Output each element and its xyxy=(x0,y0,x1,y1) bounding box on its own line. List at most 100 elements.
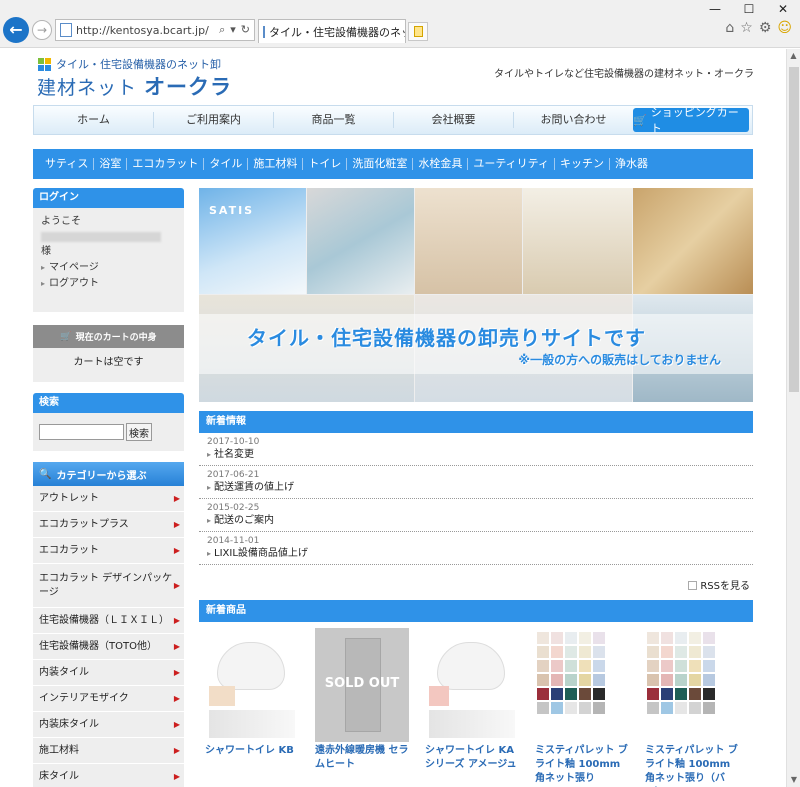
nav-guide[interactable]: ご利用案内 xyxy=(154,112,274,128)
back-button[interactable]: ← xyxy=(3,17,29,43)
search-input[interactable] xyxy=(39,424,124,440)
news-title[interactable]: 配送のご案内 xyxy=(207,514,747,528)
product-name[interactable]: シャワートイレ KA シリーズ アメージュ xyxy=(425,744,519,772)
sold-out-badge: SOLD OUT xyxy=(324,676,400,691)
search-icon[interactable]: ⌕ xyxy=(219,23,225,37)
mypage-link[interactable]: マイページ xyxy=(41,260,176,276)
category-item-label: 内装床タイル xyxy=(39,718,99,730)
new-tab-icon xyxy=(414,26,423,37)
news-heading: 新着情報 xyxy=(199,411,753,433)
shopping-cart-button[interactable]: 🛒 ショッピングカート xyxy=(633,106,749,135)
product-image[interactable] xyxy=(535,628,629,742)
address-bar[interactable]: http://kentosya.bcart.jp/ ⌕ ▾ ↻ xyxy=(55,19,255,41)
catnav-water-purifier[interactable]: 浄水器 xyxy=(609,158,653,170)
product-card[interactable]: ミスティパレット ブライト釉 100mm角ネット張り（バラ） xyxy=(645,628,739,787)
login-honorific: 様 xyxy=(41,246,51,257)
product-image[interactable]: SOLD OUT xyxy=(315,628,409,742)
news-item[interactable]: 2017-10-10 社名変更 xyxy=(199,433,753,466)
nav-products[interactable]: 商品一覧 xyxy=(274,112,394,128)
new-tab-button[interactable] xyxy=(408,22,428,41)
product-name[interactable]: ミスティパレット ブライト釉 100mm角ネット張り SPKC- xyxy=(535,744,629,787)
address-url[interactable]: http://kentosya.bcart.jp/ xyxy=(76,24,209,37)
minimize-button[interactable]: — xyxy=(698,0,732,18)
nav-home[interactable]: ホーム xyxy=(34,112,154,128)
catnav-ecocarat[interactable]: エコカラット xyxy=(126,158,203,170)
product-grid: シャワートイレ KB SOLD OUT 遠赤外線暖房機 セラムヒート シャワート… xyxy=(199,622,753,787)
catnav-vanity[interactable]: 洗面化粧室 xyxy=(346,158,412,170)
category-item[interactable]: 住宅設備機器（TOTO他） ▶ xyxy=(33,634,184,660)
product-image[interactable] xyxy=(205,628,299,742)
scroll-thumb[interactable] xyxy=(789,67,799,392)
news-title[interactable]: LIXIL設備商品値上げ xyxy=(207,547,747,561)
search-button[interactable]: 検索 xyxy=(126,423,152,441)
banner-photo-living xyxy=(523,188,632,294)
vertical-scrollbar[interactable]: ▲ ▼ xyxy=(786,49,800,787)
category-item[interactable]: エコカラットプラス ▶ xyxy=(33,512,184,538)
product-image[interactable] xyxy=(425,628,519,742)
cart-icon: 🛒 xyxy=(60,331,72,342)
catnav-faucet[interactable]: 水栓金具 xyxy=(412,158,467,170)
logo-subtitle[interactable]: タイル・住宅設備機器のネット卸 xyxy=(38,56,221,72)
logo-sub-text: タイル・住宅設備機器のネット卸 xyxy=(56,58,221,71)
nav-contact[interactable]: お問い合わせ xyxy=(514,112,633,128)
browser-tab[interactable]: タイル・住宅設備機器のネット... ✕ xyxy=(258,19,406,43)
arrow-right-icon: ▶ xyxy=(173,693,180,703)
refresh-icon[interactable]: ↻ xyxy=(241,23,250,37)
category-item[interactable]: 内装タイル ▶ xyxy=(33,660,184,686)
news-title[interactable]: 配送運賃の値上げ xyxy=(207,481,747,495)
arrow-left-icon: ← xyxy=(9,20,23,39)
maximize-button[interactable]: ☐ xyxy=(732,0,766,18)
new-products-section: 新着商品 シャワートイレ KB SOLD OUT 遠赤外線暖房機 セラムヒート … xyxy=(199,600,753,787)
nav-company[interactable]: 会社概要 xyxy=(394,112,514,128)
home-icon[interactable]: ⌂ xyxy=(725,20,734,36)
catnav-kitchen[interactable]: キッチン xyxy=(554,158,609,170)
smiley-feedback-icon[interactable]: ☺ xyxy=(777,20,792,36)
window-controls: — ☐ ✕ xyxy=(698,0,800,18)
category-item[interactable]: 住宅設備機器（ＬＩＸＩＬ） ▶ xyxy=(33,608,184,634)
arrow-right-icon: ▶ xyxy=(173,667,180,677)
site-logo[interactable]: 建材ネット オークラ xyxy=(37,71,232,101)
category-item[interactable]: インテリアモザイク ▶ xyxy=(33,686,184,712)
product-name[interactable]: ミスティパレット ブライト釉 100mm角ネット張り（バラ） xyxy=(645,744,739,787)
rss-link[interactable]: RSSを見る xyxy=(199,565,753,597)
catnav-bath[interactable]: 浴室 xyxy=(93,158,126,170)
banner-photo-floor xyxy=(633,188,753,294)
banner-brand: SATIS xyxy=(209,204,255,217)
news-item[interactable]: 2015-02-25 配送のご案内 xyxy=(199,499,753,532)
category-item[interactable]: 床タイル ▶ xyxy=(33,764,184,787)
category-item[interactable]: エコカラット ▶ xyxy=(33,538,184,564)
product-card[interactable]: SOLD OUT 遠赤外線暖房機 セラムヒート xyxy=(315,628,409,787)
catnav-utility[interactable]: ユーティリティ xyxy=(467,158,554,170)
news-item[interactable]: 2017-06-21 配送運賃の値上げ xyxy=(199,466,753,499)
scroll-up-icon[interactable]: ▲ xyxy=(787,49,800,63)
close-button[interactable]: ✕ xyxy=(766,0,800,18)
hero-banner[interactable]: SATIS タイル・住宅設備機器の卸売りサイトです ※一般の方への販売はしており… xyxy=(199,188,753,402)
favorites-star-icon[interactable]: ☆ xyxy=(740,20,753,36)
scroll-down-icon[interactable]: ▼ xyxy=(787,773,800,787)
category-item[interactable]: 施工材料 ▶ xyxy=(33,738,184,764)
category-item[interactable]: 内装床タイル ▶ xyxy=(33,712,184,738)
catnav-satis[interactable]: サティス xyxy=(45,158,93,170)
product-card[interactable]: ミスティパレット ブライト釉 100mm角ネット張り SPKC- xyxy=(535,628,629,787)
product-image[interactable] xyxy=(645,628,739,742)
address-tools: ⌕ ▾ ↻ xyxy=(219,23,254,37)
catnav-materials[interactable]: 施工材料 xyxy=(247,158,302,170)
tile-color-swatches xyxy=(537,632,605,714)
catnav-toilet[interactable]: トイレ xyxy=(302,158,346,170)
chevron-down-icon[interactable]: ▾ xyxy=(230,23,236,37)
cart-icon: 🛒 xyxy=(633,113,647,127)
product-card[interactable]: シャワートイレ KA シリーズ アメージュ xyxy=(425,628,519,787)
catnav-tile[interactable]: タイル xyxy=(203,158,247,170)
category-item-label: エコカラットプラス xyxy=(39,518,129,530)
logout-link[interactable]: ログアウト xyxy=(41,276,176,292)
forward-button[interactable]: → xyxy=(32,20,52,40)
category-item[interactable]: アウトレット ▶ xyxy=(33,486,184,512)
category-item[interactable]: エコカラット デザインパッケージ ▶ xyxy=(33,564,184,608)
news-item[interactable]: 2014-11-01 LIXIL設備商品値上げ xyxy=(199,532,753,565)
product-card[interactable]: シャワートイレ KB xyxy=(205,628,299,787)
product-name[interactable]: シャワートイレ KB xyxy=(205,744,299,758)
settings-gear-icon[interactable]: ⚙ xyxy=(759,20,772,36)
banner-photo-bathtub xyxy=(307,188,414,294)
news-title[interactable]: 社名変更 xyxy=(207,448,747,462)
product-name[interactable]: 遠赤外線暖房機 セラムヒート xyxy=(315,744,409,772)
